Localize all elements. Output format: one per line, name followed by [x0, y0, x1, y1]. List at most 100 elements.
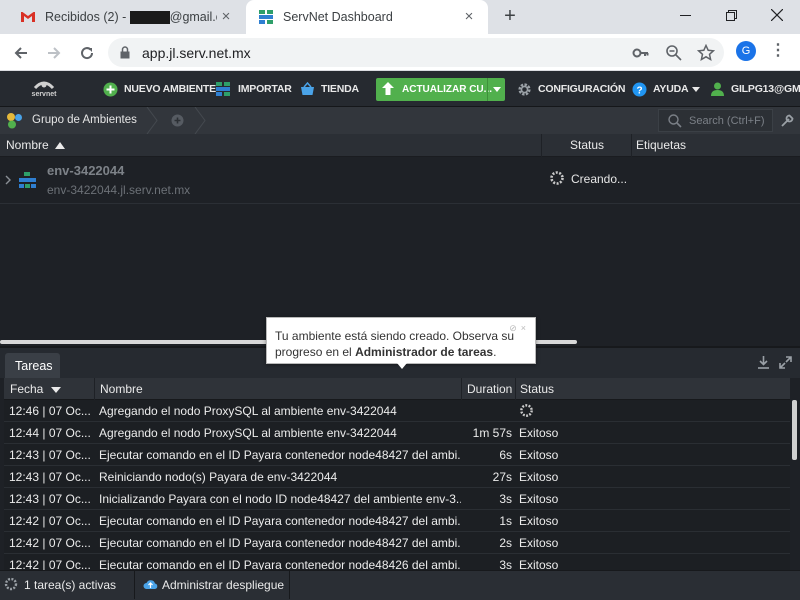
download-icon[interactable] — [757, 356, 771, 370]
environment-row[interactable]: env-3422044 env-3422044.jl.serv.net.mx C… — [0, 157, 800, 204]
task-name: Agregando el nodo ProxySQL al ambiente e… — [99, 426, 397, 440]
task-list: 12:46 | 07 Oc... Agregando el nodo ProxyS… — [4, 400, 790, 570]
column-date-header[interactable]: Fecha — [10, 382, 61, 396]
tab-close-button[interactable]: × — [217, 8, 235, 26]
servnet-logo[interactable]: servnet — [24, 78, 64, 102]
task-date: 12:42 | 07 Oc... — [9, 514, 91, 528]
column-task-status-header[interactable]: Status — [520, 382, 554, 396]
task-status: Exitoso — [519, 426, 559, 440]
task-date: 12:42 | 07 Oc... — [9, 558, 91, 570]
settings-button[interactable]: CONFIGURACIÓN — [516, 71, 625, 107]
task-name: Reiniciando nodo(s) Payara de env-342204… — [99, 470, 338, 484]
minimize-button[interactable] — [662, 0, 708, 30]
new-environment-button[interactable]: NUEVO AMBIENTE — [102, 71, 216, 107]
sort-descending-icon — [50, 387, 61, 393]
task-name: Agregando el nodo ProxySQL al ambiente e… — [99, 404, 397, 418]
column-tags-header[interactable]: Etiquetas — [636, 138, 686, 152]
browser-menu-button[interactable]: ⋮ — [770, 42, 786, 60]
task-row[interactable]: 12:43 | 07 Oc... Inicializando Payara con… — [4, 488, 790, 510]
store-button[interactable]: TIENDA — [299, 71, 359, 107]
app-top-menu: servnet NUEVO AMBIENTE IMPORTAR TIENDA A… — [0, 71, 800, 107]
column-name-header[interactable]: Nombre — [6, 138, 66, 152]
column-duration-header[interactable]: Duration — [467, 382, 512, 396]
forward-arrow-icon — [48, 47, 61, 59]
new-tab-button[interactable]: + — [498, 5, 522, 29]
task-row[interactable]: 12:43 | 07 Oc... Reiniciando nodo(s) Paya… — [4, 466, 790, 488]
servnet-icon — [258, 9, 274, 25]
task-date: 12:43 | 07 Oc... — [9, 448, 91, 462]
task-name: Ejecutar comando en el ID Payara contene… — [99, 514, 461, 528]
tab-close-button[interactable]: × — [460, 8, 478, 26]
caret-down-icon — [492, 87, 501, 92]
environment-list: env-3422044 env-3422044.jl.serv.net.mx C… — [0, 157, 800, 341]
back-button[interactable] — [9, 41, 33, 65]
close-window-button[interactable] — [754, 0, 800, 30]
column-status-header[interactable]: Status — [570, 138, 604, 152]
user-menu[interactable]: GILPG13@GMAIL — [709, 71, 800, 107]
search-input[interactable]: Search (Ctrl+F) — [658, 109, 773, 132]
task-status: Exitoso — [519, 448, 559, 462]
address-bar[interactable]: app.jl.serv.net.mx — [108, 38, 724, 67]
environment-name[interactable]: env-3422044 — [47, 163, 124, 178]
reload-button[interactable] — [75, 41, 99, 65]
import-button[interactable]: IMPORTAR — [216, 71, 292, 107]
forward-button[interactable] — [42, 41, 66, 65]
key-icon[interactable] — [632, 44, 650, 62]
tab-gmail-title: Recibidos (2) - @gmail.com — [45, 9, 217, 25]
active-tasks-indicator[interactable]: 1 tarea(s) activas — [4, 571, 116, 599]
zoom-icon[interactable] — [665, 44, 683, 62]
wrench-icon[interactable] — [781, 113, 795, 130]
task-status: Exitoso — [519, 514, 559, 528]
plus-circle-icon — [102, 81, 118, 97]
caret-down-icon — [692, 83, 701, 95]
task-date: 12:43 | 07 Oc... — [9, 492, 91, 506]
bookmark-star-icon[interactable] — [696, 43, 716, 62]
group-icon — [6, 112, 24, 132]
group-title[interactable]: Grupo de Ambientes — [32, 114, 137, 126]
task-name: Ejecutar comando en el ID Payara contene… — [99, 536, 461, 550]
basket-icon — [299, 81, 315, 97]
minimize-icon — [679, 14, 691, 16]
cloud-upload-icon — [143, 578, 158, 593]
environment-url[interactable]: env-3422044.jl.serv.net.mx — [47, 183, 190, 197]
tab-tasks[interactable]: Tareas — [5, 353, 60, 380]
lock-icon — [120, 46, 130, 62]
help-icon: ? — [631, 81, 647, 97]
expand-chevron-icon[interactable] — [5, 174, 11, 188]
environment-grid-header: Nombre Status Etiquetas — [0, 134, 800, 157]
task-row[interactable]: 12:43 | 07 Oc... Ejecutar comando en el I… — [4, 444, 790, 466]
add-group-icon[interactable] — [171, 114, 184, 130]
task-name: Ejecutar comando en el ID Payara contene… — [99, 558, 461, 570]
user-icon — [709, 81, 725, 97]
tooltip-close-icon[interactable]: ⊘× — [509, 320, 530, 336]
vertical-scrollbar[interactable] — [792, 400, 797, 460]
close-icon — [771, 9, 783, 21]
update-dropdown-toggle[interactable] — [487, 78, 505, 101]
tab-servnet-dashboard[interactable]: ServNet Dashboard × — [246, 0, 488, 34]
loading-spinner-icon — [519, 403, 599, 421]
task-row[interactable]: 12:46 | 07 Oc... Agregando el nodo ProxyS… — [4, 400, 790, 422]
svg-text:?: ? — [636, 85, 642, 96]
environment-group-bar: Grupo de Ambientes Search (Ctrl+F) — [0, 106, 800, 137]
task-duration: 1s — [499, 514, 512, 528]
task-row[interactable]: 12:42 | 07 Oc... Ejecutar comando en el I… — [4, 532, 790, 554]
task-date: 12:42 | 07 Oc... — [9, 536, 91, 550]
manage-deployments-button[interactable]: Administrar despliegue — [143, 571, 284, 599]
maximize-button[interactable] — [708, 0, 754, 30]
task-row[interactable]: 12:42 | 07 Oc... Ejecutar comando en el I… — [4, 510, 790, 532]
task-duration: 6s — [499, 448, 512, 462]
status-footer: 1 tarea(s) activas Administrar despliegu… — [0, 570, 800, 600]
help-menu[interactable]: ? AYUDA — [631, 71, 701, 107]
profile-avatar[interactable]: G — [736, 41, 756, 61]
tab-title: ServNet Dashboard — [283, 10, 393, 24]
task-row[interactable]: 12:44 | 07 Oc... Agregando el nodo ProxyS… — [4, 422, 790, 444]
task-name: Inicializando Payara con el nodo ID node… — [99, 492, 461, 506]
column-task-name-header[interactable]: Nombre — [100, 382, 143, 396]
tab-gmail[interactable]: Recibidos (2) - @gmail.com × — [0, 0, 245, 34]
expand-icon[interactable] — [779, 356, 793, 370]
task-status: Exitoso — [519, 558, 559, 570]
breadcrumb-separator-icon — [145, 106, 159, 137]
task-row[interactable]: 12:42 | 07 Oc... Ejecutar comando en el I… — [4, 554, 790, 570]
update-button[interactable]: ACTUALIZAR CU... — [376, 78, 505, 101]
browser-tab-strip: Recibidos (2) - @gmail.com × ServNet Das… — [0, 0, 800, 34]
